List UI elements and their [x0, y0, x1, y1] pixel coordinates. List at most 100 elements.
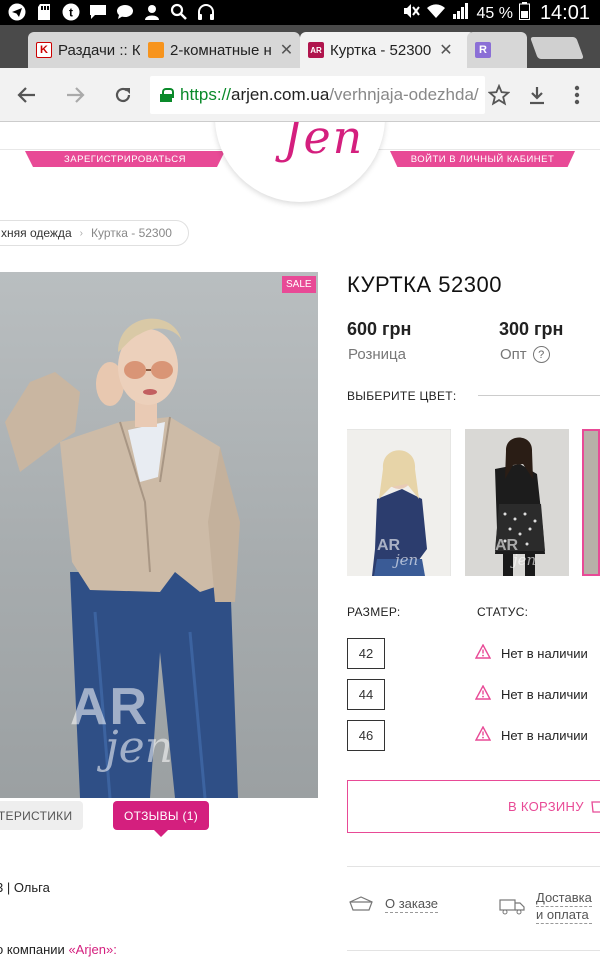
status-row: Нет в наличии	[474, 643, 588, 662]
color-thumbnail-selected[interactable]	[582, 429, 600, 576]
download-icon[interactable]	[522, 80, 552, 110]
orange-favicon-icon	[148, 42, 164, 58]
delivery-link[interactable]: Доставка и оплата	[498, 890, 592, 924]
clock: 14:01	[539, 2, 590, 24]
review-text-prefix: о компании	[0, 942, 69, 957]
arjen-favicon-icon: AR	[308, 42, 324, 58]
new-tab-button[interactable]	[529, 37, 585, 59]
battery-icon	[518, 2, 530, 25]
wholesale-label: Опт ?	[500, 346, 550, 363]
help-question-icon[interactable]: ?	[532, 346, 550, 363]
status-label: СТАТУС:	[477, 605, 529, 619]
color-thumbnail-blue[interactable]: AR jen	[347, 429, 451, 576]
sale-badge: SALE	[282, 276, 316, 293]
divider	[347, 866, 600, 867]
color-divider	[478, 395, 600, 396]
register-link[interactable]: ЗАРЕГИСТРИРОВАТЬСЯ	[25, 151, 225, 167]
divider	[347, 950, 600, 951]
battery-percent: 45 %	[476, 4, 513, 22]
breadcrumb: хняя одежда › Куртка - 52300	[0, 220, 189, 246]
bookmark-star-icon[interactable]	[484, 80, 514, 110]
thumbnail-watermark-jen: jen	[513, 551, 537, 569]
chevron-right-icon: ›	[79, 227, 83, 239]
svg-text:t: t	[69, 6, 73, 20]
breadcrumb-current: Куртка - 52300	[90, 226, 172, 240]
login-link[interactable]: ВОЙТИ В ЛИЧНЫЙ КАБИНЕТ	[390, 151, 575, 167]
tab-apartments[interactable]: 2-комнатные н ✕	[140, 32, 300, 68]
order-info-text: О заказе	[385, 896, 439, 913]
signal-icon	[452, 2, 470, 25]
android-status-bar: t 45 % 14:01	[0, 0, 600, 25]
tab-jacket-active[interactable]: AR Куртка - 52300 ✕	[300, 32, 475, 68]
search-icon	[170, 3, 188, 21]
size-option-46[interactable]: 46	[347, 720, 385, 751]
browser-toolbar: https://arjen.com.ua/verhnjaja-odezhda/	[0, 68, 600, 122]
sd-card-icon	[35, 3, 53, 21]
chat-bubble-icon	[116, 3, 134, 21]
address-bar[interactable]: https://arjen.com.ua/verhnjaja-odezhda/	[150, 76, 485, 114]
wholesale-price: 300 грн	[499, 319, 564, 339]
status-text: Нет в наличии	[501, 645, 588, 661]
tab-characteristics[interactable]: КТЕРИСТИКИ	[0, 801, 83, 830]
warning-triangle-icon	[474, 725, 492, 744]
truck-icon	[498, 897, 526, 918]
retail-price: 600 грн	[347, 319, 412, 339]
purple-favicon-icon: R	[475, 42, 491, 58]
delivery-line-1: Доставка	[536, 890, 592, 907]
add-to-cart-button[interactable]: В КОРЗИНУ	[347, 780, 600, 833]
url-host: arjen.com.ua	[231, 85, 330, 104]
close-tab-icon[interactable]: ✕	[439, 40, 452, 60]
size-label: РАЗМЕР:	[347, 605, 401, 619]
delivery-link-text: Доставка и оплата	[536, 890, 592, 924]
size-option-42[interactable]: 42	[347, 638, 385, 669]
lock-icon	[160, 88, 174, 102]
size-option-44[interactable]: 44	[347, 679, 385, 710]
tab-label: Раздачи :: К	[58, 41, 141, 59]
status-text: Нет в наличии	[501, 686, 588, 702]
wifi-icon	[426, 2, 446, 25]
close-tab-icon[interactable]: ✕	[280, 40, 293, 60]
person-icon	[143, 3, 161, 21]
color-thumbnail-black[interactable]: AR jen	[465, 429, 569, 576]
warning-triangle-icon	[474, 684, 492, 703]
reload-icon[interactable]	[108, 80, 138, 110]
retail-label: Розница	[348, 346, 406, 363]
tab-reviews[interactable]: ОТЗЫВЫ (1)	[113, 801, 209, 830]
status-row: Нет в наличии	[474, 725, 588, 744]
t-badge-icon: t	[62, 3, 80, 21]
status-row: Нет в наличии	[474, 684, 588, 703]
forward-arrow-icon[interactable]	[60, 80, 90, 110]
back-arrow-icon[interactable]	[12, 80, 42, 110]
tab-label: 2-комнатные н	[170, 41, 272, 59]
review-brand: «Arjen»:	[68, 942, 117, 957]
active-tab-pointer	[154, 830, 168, 837]
tab-label: Куртка - 52300	[330, 41, 432, 59]
url-path: /verhnjaja-odezhda/	[329, 85, 479, 104]
menu-dots-icon[interactable]	[562, 80, 592, 110]
warning-triangle-icon	[474, 643, 492, 662]
watermark-jen: jen	[105, 722, 174, 773]
message-icon	[89, 3, 107, 21]
order-info-link[interactable]: О заказе	[347, 894, 439, 915]
product-main-photo[interactable]: AR jen	[0, 272, 318, 798]
tab-other[interactable]: R	[467, 32, 527, 68]
web-page: ЗАРЕГИСТРИРОВАТЬСЯ ВОЙТИ В ЛИЧНЫЙ КАБИНЕ…	[0, 122, 600, 959]
breadcrumb-parent[interactable]: хняя одежда	[1, 226, 72, 240]
browser-tab-strip: K Раздачи :: К 2-комнатные н ✕ AR Куртка…	[0, 25, 600, 68]
headphones-icon	[197, 3, 215, 21]
wholesale-label-text: Опт	[500, 346, 527, 363]
box-icon	[347, 894, 375, 915]
retail-label-text: Розница	[348, 346, 406, 363]
cart-icon	[590, 797, 600, 816]
thumbnail-watermark-jen: jen	[395, 551, 419, 569]
mute-icon	[402, 2, 421, 25]
review-text: о компании «Arjen»:	[0, 942, 117, 957]
review-author: 3 | Ольга	[0, 880, 50, 895]
color-label: ВЫБЕРИТЕ ЦВЕТ:	[347, 389, 457, 403]
telegram-icon	[8, 3, 26, 21]
product-title: КУРТКА 52300	[347, 272, 502, 297]
delivery-line-2: и оплата	[536, 907, 592, 924]
site-logo[interactable]: Jen	[283, 122, 364, 164]
status-text: Нет в наличии	[501, 727, 588, 743]
cart-button-label: В КОРЗИНУ	[508, 799, 584, 814]
